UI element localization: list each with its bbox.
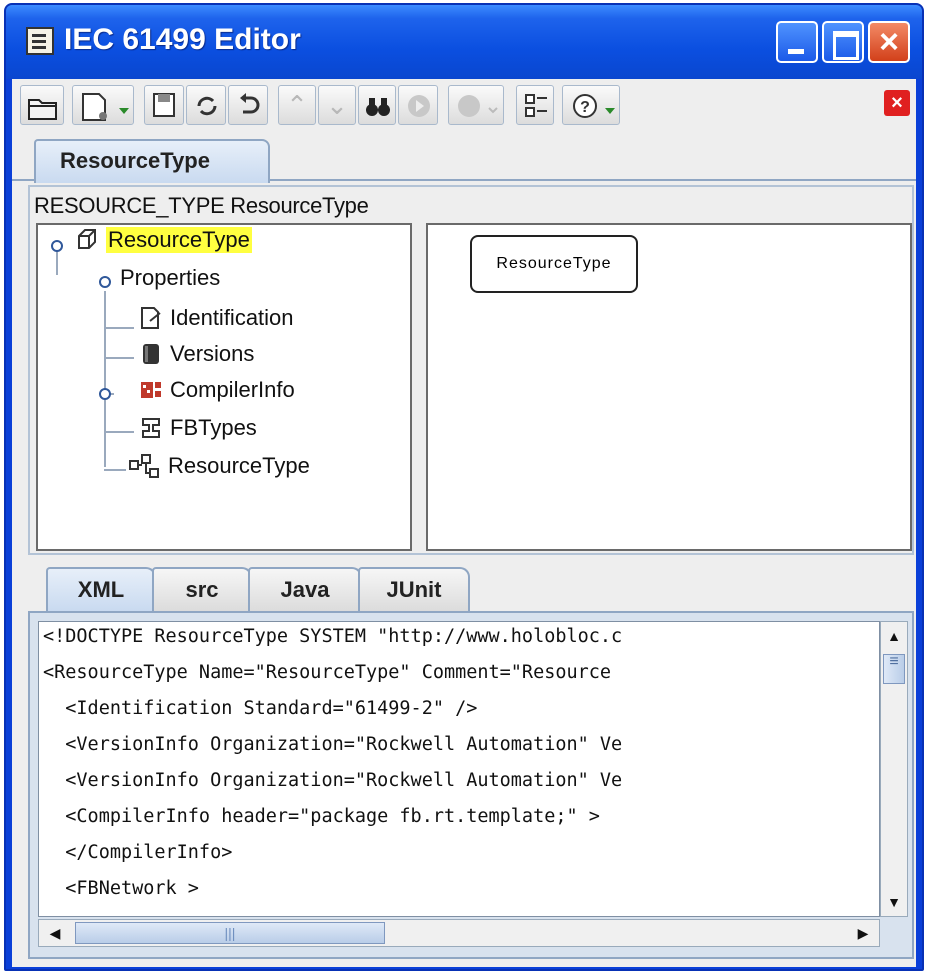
tree-item-versions[interactable]: Versions	[138, 341, 254, 367]
save-icon	[153, 93, 175, 117]
compilerinfo-toggle[interactable]	[96, 385, 112, 401]
editor-tabs: ResourceType	[12, 131, 916, 183]
open-folder-icon	[28, 99, 57, 120]
compiler-icon	[138, 377, 164, 403]
run-icon	[408, 95, 430, 117]
refresh-button[interactable]	[186, 85, 226, 125]
root-toggle[interactable]	[48, 237, 64, 253]
resource-panel: RESOURCE_TYPE ResourceType ResourceType	[28, 185, 914, 555]
edit-document-icon	[138, 305, 164, 331]
tree-identification-label: Identification	[170, 305, 294, 330]
tab-java[interactable]: Java	[248, 567, 362, 611]
find-button[interactable]	[358, 85, 396, 125]
refresh-icon	[197, 96, 217, 116]
code-line: <!DOCTYPE ResourceType SYSTEM "http://ww…	[43, 626, 623, 647]
tab-junit[interactable]: JUnit	[358, 567, 470, 611]
tree-fbtypes-label: FBTypes	[170, 415, 257, 440]
code-panel: <!DOCTYPE ResourceType SYSTEM "http://ww…	[28, 611, 914, 959]
cube-icon	[74, 227, 100, 253]
title-bar[interactable]: IEC 61499 Editor ×	[6, 5, 922, 79]
up-arrow-icon: ⌃	[286, 90, 308, 120]
properties-icon	[525, 94, 547, 117]
tree-root-label: ResourceType	[106, 227, 252, 253]
property-tree: ResourceType Properties Identification V…	[36, 223, 412, 551]
tree-item-fbtypes[interactable]: FBTypes	[138, 415, 257, 441]
open-button[interactable]	[20, 85, 64, 125]
tree-item-root[interactable]: ResourceType	[74, 227, 252, 253]
properties-button[interactable]	[516, 85, 554, 125]
xml-editor[interactable]: <!DOCTYPE ResourceType SYSTEM "http://ww…	[38, 621, 880, 917]
code-tabs: XML src Java JUnit	[28, 567, 914, 611]
move-up-button[interactable]: ⌃	[278, 85, 316, 125]
diagram-canvas[interactable]: ResourceType	[426, 223, 912, 551]
undo-button[interactable]	[228, 85, 268, 125]
code-line: <Identification Standard="61499-2" />	[43, 698, 478, 719]
horizontal-scroll-thumb[interactable]	[75, 922, 385, 944]
app-icon	[26, 27, 54, 55]
find-icon	[366, 98, 390, 116]
save-button[interactable]	[144, 85, 184, 125]
close-button[interactable]: ×	[868, 21, 910, 63]
toolbar: ⌃ ⌄ ? ×	[12, 79, 916, 131]
code-line: </CompilerInfo>	[43, 842, 233, 863]
help-button[interactable]: ?	[562, 85, 620, 125]
vertical-scrollbar[interactable]: ▲ ▼	[880, 621, 908, 917]
window-title: IEC 61499 Editor	[64, 23, 301, 56]
close-icon: ×	[879, 23, 899, 61]
tree-item-compilerinfo[interactable]: CompilerInfo	[138, 377, 295, 403]
record-icon	[458, 95, 498, 117]
tree-properties-label: Properties	[120, 265, 221, 290]
tree-versions-label: Versions	[170, 341, 255, 366]
new-document-icon	[82, 93, 107, 121]
undo-icon	[240, 93, 260, 114]
code-line: <VersionInfo Organization="Rockwell Auto…	[43, 734, 623, 755]
run-button[interactable]	[398, 85, 438, 125]
client-area: ⌃ ⌄ ? × ResourceType RESOURCE_TYPE Resou…	[12, 79, 916, 967]
tree-item-identification[interactable]: Identification	[138, 305, 294, 331]
tree-resourcetype-label: ResourceType	[168, 453, 310, 478]
down-arrow-icon: ⌄	[326, 90, 348, 120]
code-line: <FBNetwork >	[43, 878, 199, 899]
network-icon	[128, 453, 162, 479]
tree-item-properties[interactable]: Properties	[120, 265, 220, 291]
fb-type-icon	[138, 415, 164, 441]
close-editor-icon: ×	[891, 92, 903, 114]
tree-item-resourcetype[interactable]: ResourceType	[128, 453, 310, 479]
tab-resourcetype[interactable]: ResourceType	[34, 139, 270, 183]
new-button[interactable]	[72, 85, 134, 125]
scroll-right-icon[interactable]: ▶	[851, 921, 875, 945]
move-down-button[interactable]: ⌄	[318, 85, 356, 125]
resource-block[interactable]: ResourceType	[470, 235, 638, 293]
svg-text:?: ?	[580, 99, 590, 116]
book-icon	[138, 341, 164, 367]
close-editor-button[interactable]: ×	[884, 90, 910, 116]
help-icon: ?	[573, 94, 597, 118]
record-button[interactable]	[448, 85, 504, 125]
horizontal-scrollbar[interactable]: ◀ ▶	[38, 919, 880, 947]
code-line: <CompilerInfo header="package fb.rt.temp…	[43, 806, 600, 827]
editor-window: IEC 61499 Editor × ⌃ ⌄ ? × ResourceType …	[4, 3, 924, 971]
scroll-down-icon[interactable]: ▼	[882, 890, 906, 914]
code-line: <ResourceType Name="ResourceType" Commen…	[43, 662, 612, 683]
maximize-button[interactable]	[822, 21, 864, 63]
tab-src[interactable]: src	[152, 567, 252, 611]
code-line: <VersionInfo Organization="Rockwell Auto…	[43, 770, 623, 791]
tab-xml[interactable]: XML	[46, 567, 156, 611]
minimize-button[interactable]	[776, 21, 818, 63]
scroll-left-icon[interactable]: ◀	[43, 921, 67, 945]
tree-compilerinfo-label: CompilerInfo	[170, 377, 295, 402]
properties-toggle[interactable]	[96, 273, 112, 289]
scroll-up-icon[interactable]: ▲	[882, 624, 906, 648]
resource-header: RESOURCE_TYPE ResourceType	[34, 193, 369, 218]
vertical-scroll-thumb[interactable]	[883, 653, 905, 684]
